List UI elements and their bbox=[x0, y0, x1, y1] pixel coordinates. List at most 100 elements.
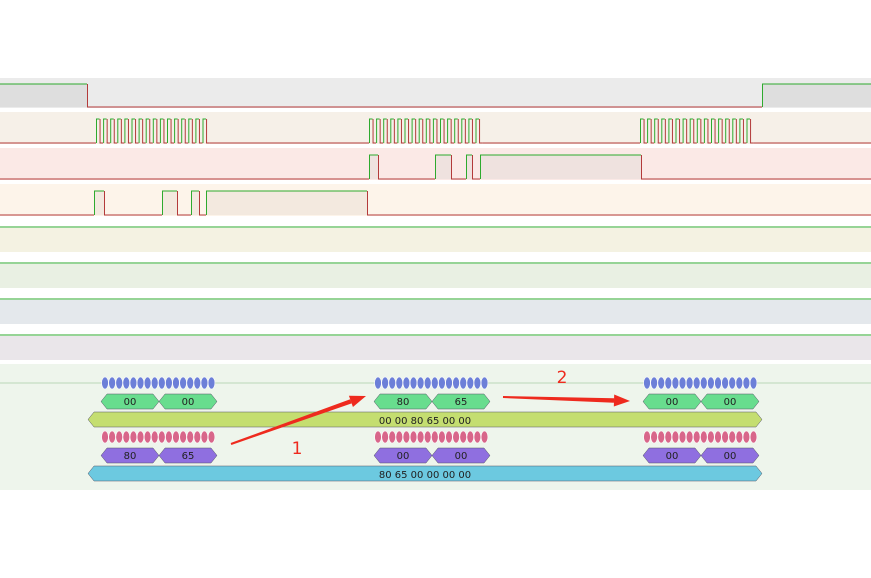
ch1-group-1-bit bbox=[151, 376, 159, 390]
ch1-group-3-bit bbox=[749, 376, 758, 390]
ch1-group-2-bit bbox=[459, 376, 467, 390]
ch2-group-1-bit bbox=[122, 430, 131, 444]
ch2-group-2-bit bbox=[459, 430, 467, 444]
ch2-packet-label: 80 65 00 00 00 00 bbox=[379, 470, 471, 481]
ch2-group-1-bit bbox=[136, 430, 145, 444]
ch1-byte-label: 80 bbox=[397, 397, 410, 408]
ch1-group-2-bit bbox=[431, 376, 439, 390]
ch1-group-3-bit bbox=[643, 376, 651, 390]
annotation-arrow-1-head bbox=[348, 395, 366, 408]
waveform-canvas[interactable]: 00 00 80 65 00 00 00 00 80 65 00 00 80 65 00 00 00 0… bbox=[0, 0, 871, 578]
ch2-group-3-bit bbox=[664, 430, 672, 444]
ch1-group-1-bit bbox=[129, 376, 138, 390]
ch1-group-1-bit bbox=[108, 376, 116, 390]
channel-3-trace-high-fill bbox=[480, 155, 641, 179]
annotation-arrow-2-head bbox=[613, 394, 630, 407]
ch1-group-3-bit bbox=[664, 376, 672, 390]
ch2-group-3-bit bbox=[742, 430, 751, 444]
ch2-group-3-bit bbox=[671, 430, 680, 444]
ch2-group-3-bit bbox=[650, 430, 658, 444]
ch1-group-2-bit bbox=[473, 376, 482, 390]
ch2-group-3-bit bbox=[728, 430, 736, 444]
ch2-group-2-bit bbox=[473, 430, 482, 444]
ch1-group-2-bit bbox=[416, 376, 425, 390]
ch1-group-3-bit bbox=[650, 376, 658, 390]
ch2-byte-label: 00 bbox=[397, 451, 410, 462]
ch2-group-1-bit bbox=[108, 430, 116, 444]
ch2-group-2-bit bbox=[388, 430, 396, 444]
ch2-group-3-bit bbox=[685, 430, 694, 444]
ch2-group-3-bit bbox=[714, 430, 722, 444]
ch1-byte-label: 00 bbox=[182, 397, 195, 408]
ch2-group-1-bit bbox=[115, 430, 123, 444]
ch2-group-2-bit bbox=[452, 430, 460, 444]
ch1-group-2-bit bbox=[438, 376, 446, 390]
ch1-group-2-bit bbox=[402, 376, 411, 390]
ch1-group-2-bit bbox=[381, 376, 389, 390]
ch2-group-1-bit bbox=[186, 430, 194, 444]
channel-1-trace bbox=[0, 83, 871, 108]
channel-4-trace-high-fill bbox=[206, 191, 367, 215]
ch1-group-1-bit bbox=[115, 376, 123, 390]
ch1-group-2-bit bbox=[445, 376, 453, 390]
ch2-group-3-bit bbox=[643, 430, 651, 444]
channel-3-trace bbox=[0, 154, 871, 180]
ch2-group-2-bit bbox=[409, 430, 418, 444]
ch1-group-3-bit bbox=[707, 376, 715, 390]
ch1-byte-label: 00 bbox=[666, 397, 679, 408]
ch1-group-1-bit bbox=[122, 376, 131, 390]
annotation-label-2: 2 bbox=[557, 368, 568, 388]
channel-3-trace-high-fill bbox=[435, 155, 451, 179]
ch1-byte-label: 00 bbox=[124, 397, 137, 408]
ch2-group-2-bit bbox=[466, 430, 474, 444]
ch2-byte-label: 00 bbox=[455, 451, 468, 462]
ch2-group-1-bit bbox=[200, 430, 209, 444]
channel-4-trace-high-fill bbox=[94, 191, 104, 215]
ch2-byte-label: 65 bbox=[182, 451, 195, 462]
ch2-group-2-bit bbox=[424, 430, 432, 444]
ch1-byte-label: 65 bbox=[455, 397, 468, 408]
ch1-group-1-bit bbox=[179, 376, 187, 390]
ch1-group-1-bit bbox=[172, 376, 180, 390]
ch2-group-2-bit bbox=[445, 430, 453, 444]
ch1-group-1-bit bbox=[165, 376, 173, 390]
ch1-group-3-bit bbox=[721, 376, 729, 390]
ch2-group-1-bit bbox=[143, 430, 152, 444]
ch1-group-3-bit bbox=[678, 376, 687, 390]
ch1-group-1-bit bbox=[186, 376, 194, 390]
ch2-group-2-bit bbox=[402, 430, 411, 444]
channel-3-trace-high-fill bbox=[369, 155, 378, 179]
ch1-group-2-bit bbox=[388, 376, 396, 390]
channel-4-trace-high-fill bbox=[191, 191, 199, 215]
ch2-group-2-bit bbox=[438, 430, 446, 444]
ch1-group-1-bit bbox=[158, 376, 166, 390]
ch2-group-2-bit bbox=[416, 430, 425, 444]
channel-4-trace-high-fill bbox=[162, 191, 177, 215]
channel-1-trace-high-fill bbox=[762, 84, 871, 107]
ch1-group-3-bit bbox=[700, 376, 708, 390]
ch2-group-3-bit bbox=[707, 430, 715, 444]
ch1-group-3-bit bbox=[735, 376, 743, 390]
channel-1-trace-high-fill bbox=[0, 84, 87, 107]
ch2-group-3-bit bbox=[692, 430, 701, 444]
ch2-group-1-bit bbox=[172, 430, 180, 444]
ch1-group-3-bit bbox=[685, 376, 694, 390]
ch1-group-1-bit bbox=[207, 376, 216, 390]
ch2-byte-label: 80 bbox=[124, 451, 137, 462]
ch1-group-3-bit bbox=[671, 376, 680, 390]
ch1-packet-label: 00 00 80 65 00 00 bbox=[379, 416, 471, 427]
ch1-group-2-bit bbox=[424, 376, 432, 390]
ch1-group-1-bit bbox=[200, 376, 209, 390]
ch2-group-2-bit bbox=[395, 430, 403, 444]
ch2-group-2-bit bbox=[480, 430, 489, 444]
ch1-group-3-bit bbox=[728, 376, 736, 390]
ch1-group-2-bit bbox=[480, 376, 489, 390]
ch1-byte-label: 00 bbox=[724, 397, 737, 408]
annotation-arrow-2-shaft bbox=[502, 396, 615, 403]
ch2-group-1-bit bbox=[158, 430, 166, 444]
ch1-group-2-bit bbox=[409, 376, 418, 390]
ch2-group-2-bit bbox=[431, 430, 439, 444]
ch1-group-3-bit bbox=[657, 376, 665, 390]
annotation-label-1: 1 bbox=[292, 439, 303, 459]
ch2-group-1-bit bbox=[101, 430, 109, 444]
